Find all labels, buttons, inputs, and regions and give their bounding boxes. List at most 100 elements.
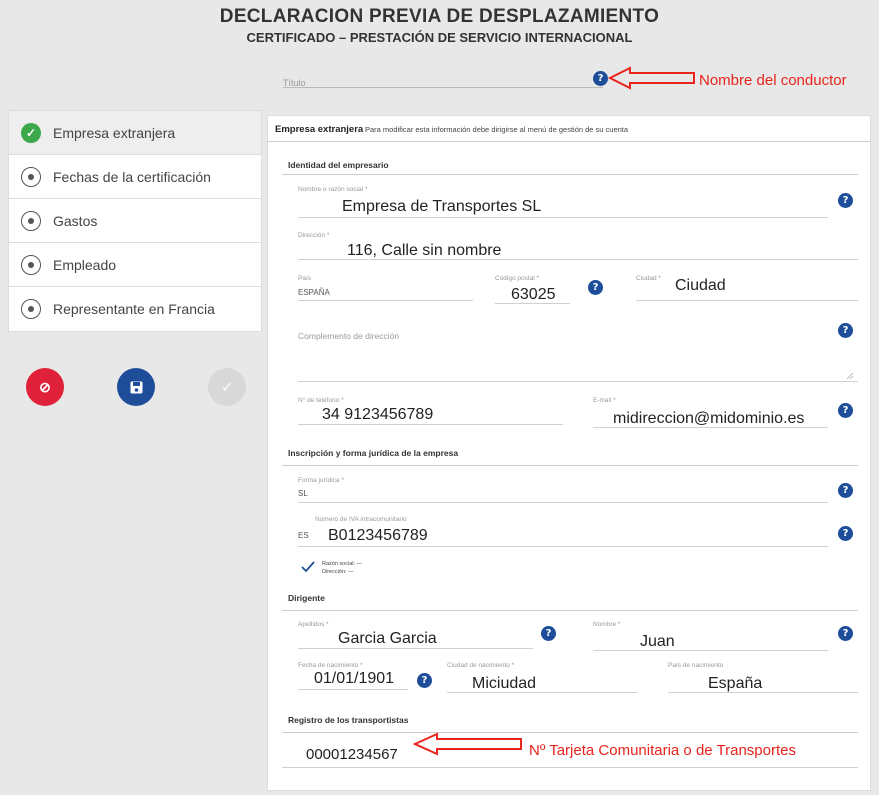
annotation-driver: Nombre del conductor xyxy=(699,72,847,89)
section-inscripcion: Inscripción y forma jurídica de la empre… xyxy=(288,448,459,458)
step-sidebar: ✓ Empresa extranjera Fechas de la certif… xyxy=(8,110,262,332)
phone-input[interactable]: 34 9123456789 xyxy=(322,406,433,424)
surname-input[interactable]: Garcia Garcia xyxy=(338,630,437,648)
underline xyxy=(298,546,828,547)
birthcountry-label: País de nacimiento xyxy=(668,662,724,669)
annotation-arrow xyxy=(413,732,522,756)
birthcountry-input[interactable]: España xyxy=(708,675,762,693)
radio-icon xyxy=(21,166,41,187)
help-icon[interactable]: ? xyxy=(417,673,432,688)
surname-label: Apellidos * xyxy=(298,621,329,628)
birthdate-input[interactable]: 01/01/1901 xyxy=(314,670,394,688)
section-identidad: Identidad del empresario xyxy=(288,160,389,170)
sidebar-item-fechas[interactable]: Fechas de la certificación xyxy=(9,155,261,199)
sidebar-item-label: Empresa extranjera xyxy=(53,124,176,141)
help-icon[interactable]: ? xyxy=(838,193,853,208)
titulo-field[interactable]: Título xyxy=(283,64,603,88)
underline xyxy=(593,427,828,428)
underline xyxy=(298,689,408,690)
postal-label: Código postal * xyxy=(495,275,540,282)
country-label: País xyxy=(298,275,312,282)
page-subtitle: CERTIFICADO – PRESTACIÓN DE SERVICIO INT… xyxy=(246,30,633,45)
section-registro: Registro de los transportistas xyxy=(288,715,409,725)
city-label: Ciudad * xyxy=(636,275,661,282)
firstname-label: Nombre * xyxy=(593,621,621,628)
company-name-input[interactable]: Empresa de Transportes SL xyxy=(342,198,541,216)
sidebar-item-empleado[interactable]: Empleado xyxy=(9,243,261,287)
save-button[interactable] xyxy=(117,368,155,406)
radio-icon xyxy=(21,254,41,275)
address-label: Dirección * xyxy=(298,232,330,239)
sidebar-item-label: Empleado xyxy=(53,256,117,273)
floppy-icon xyxy=(130,381,142,393)
card-title: Empresa extranjera xyxy=(275,124,364,135)
underline xyxy=(298,648,533,649)
underline xyxy=(298,217,828,218)
firstname-input[interactable]: Juan xyxy=(640,633,675,651)
phone-label: N° de teléfono * xyxy=(298,397,344,404)
sidebar-item-gastos[interactable]: Gastos xyxy=(9,199,261,243)
birthdate-label: Fecha de nacimiento * xyxy=(298,662,363,669)
check-icon: ✓ xyxy=(221,378,233,395)
sidebar-item-representante[interactable]: Representante en Francia xyxy=(9,287,261,331)
birthcity-input[interactable]: Miciudad xyxy=(472,675,536,693)
titulo-label: Título xyxy=(283,78,306,88)
underline xyxy=(282,767,858,768)
underline xyxy=(593,650,828,651)
sidebar-item-label: Representante en Francia xyxy=(53,301,215,317)
checkmark-icon xyxy=(301,561,315,573)
annotation-transport-card: Nº Tarjeta Comunitaria o de Transportes xyxy=(529,742,796,759)
birthcity-label: Ciudad de nacimiento * xyxy=(447,662,515,669)
page-title: DECLARACION PREVIA DE DESPLAZAMIENTO xyxy=(219,6,660,27)
email-input[interactable]: midireccion@midominio.es xyxy=(613,410,804,428)
legal-form-input[interactable]: SL xyxy=(298,489,308,498)
radio-icon xyxy=(21,210,41,231)
check-circle-icon: ✓ xyxy=(21,122,41,143)
underline xyxy=(298,259,858,260)
vat-input[interactable]: B0123456789 xyxy=(328,527,428,545)
name-label: Nombre o razón social * xyxy=(298,186,368,193)
postal-input[interactable]: 63025 xyxy=(511,286,556,304)
help-icon[interactable]: ? xyxy=(838,403,853,418)
underline xyxy=(636,300,858,301)
legal-form-label: Forma jurídica * xyxy=(298,477,344,484)
sidebar-item-empresa-extranjera[interactable]: ✓ Empresa extranjera xyxy=(9,111,261,155)
divider xyxy=(282,610,858,611)
country-input[interactable]: ESPAÑA xyxy=(298,288,330,297)
help-icon[interactable]: ? xyxy=(838,323,853,338)
radio-icon xyxy=(21,299,41,319)
verified-address: Dirección: — xyxy=(322,569,354,575)
help-icon[interactable]: ? xyxy=(541,626,556,641)
underline xyxy=(495,303,570,304)
complement-textarea[interactable] xyxy=(298,346,858,382)
underline xyxy=(447,692,637,693)
vat-prefix-select[interactable]: ES xyxy=(298,531,309,540)
underline xyxy=(298,300,473,301)
transport-registry-input[interactable]: 00001234567 xyxy=(306,746,398,763)
help-icon[interactable]: ? xyxy=(588,280,603,295)
resize-handle-icon[interactable] xyxy=(846,372,854,380)
card-note: Para modificar esta información debe dir… xyxy=(365,125,629,134)
sidebar-item-label: Gastos xyxy=(53,212,98,229)
divider xyxy=(267,141,871,142)
help-icon[interactable]: ? xyxy=(838,526,853,541)
divider xyxy=(282,174,858,175)
divider xyxy=(282,732,858,733)
underline xyxy=(668,692,858,693)
annotation-arrow xyxy=(608,66,695,90)
cancel-icon: ⊘ xyxy=(39,378,51,395)
email-label: E-mail * xyxy=(593,397,616,404)
divider xyxy=(282,465,858,466)
help-icon[interactable]: ? xyxy=(593,71,608,86)
address-input[interactable]: 116, Calle sin nombre xyxy=(347,242,501,260)
cancel-button[interactable]: ⊘ xyxy=(26,368,64,406)
underline xyxy=(298,424,563,425)
section-dirigente: Dirigente xyxy=(288,593,325,603)
city-input[interactable]: Ciudad xyxy=(675,277,726,295)
validate-button[interactable]: ✓ xyxy=(208,368,246,406)
help-icon[interactable]: ? xyxy=(838,483,853,498)
help-icon[interactable]: ? xyxy=(838,626,853,641)
vat-label: Número de IVA intracomunitario xyxy=(315,516,407,523)
underline xyxy=(298,502,828,503)
sidebar-item-label: Fechas de la certificación xyxy=(53,168,211,185)
